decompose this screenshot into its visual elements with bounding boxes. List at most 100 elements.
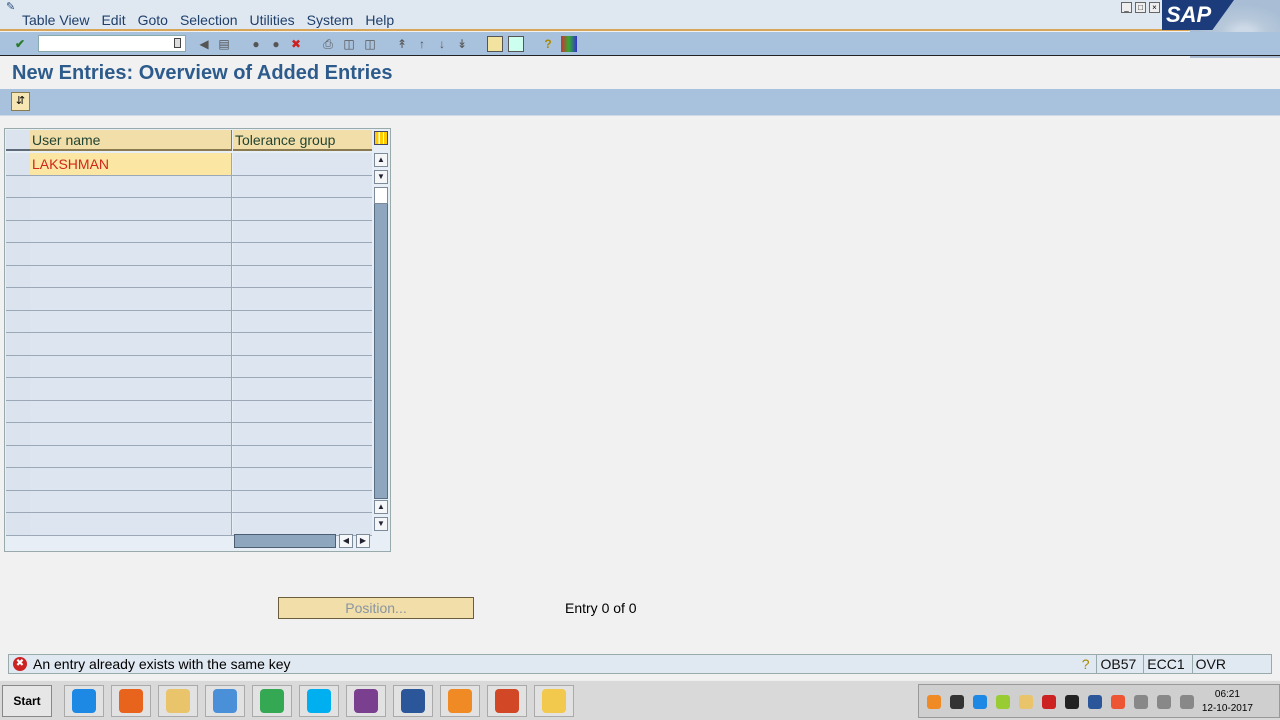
tray-icon[interactable] [1180,695,1194,709]
row-selector[interactable] [6,490,30,513]
user-name-cell[interactable] [30,490,232,512]
tolerance-group-cell[interactable] [233,490,372,512]
taskbar-app-media-player[interactable] [205,685,245,717]
tray-icon[interactable] [1065,695,1079,709]
tray-icon[interactable] [950,695,964,709]
vertical-scrollbar[interactable]: ▲ ▼ ▲ ▼ [374,151,388,531]
close-icon[interactable]: × [1149,2,1160,13]
restore-icon[interactable]: □ [1135,2,1146,13]
system-menu-icon[interactable]: ✎ [6,0,20,13]
user-name-cell[interactable] [30,310,232,332]
row-selector[interactable] [6,265,30,288]
previous-page-icon[interactable]: ↑ [414,36,430,52]
user-name-cell[interactable] [30,288,232,310]
tolerance-group-cell[interactable] [233,400,372,422]
help-icon[interactable]: ? [540,36,556,52]
taskbar-app-powerpoint[interactable] [487,685,527,717]
user-name-cell[interactable] [30,175,232,197]
row-selector[interactable] [6,513,30,536]
tolerance-group-cell[interactable] [233,378,372,400]
row-selector[interactable] [6,220,30,243]
first-page-icon[interactable]: ↟ [394,36,410,52]
tray-icon[interactable] [927,695,941,709]
minimize-icon[interactable]: _ [1121,2,1132,13]
menu-system[interactable]: System [307,12,354,28]
user-name-cell[interactable] [30,423,232,445]
row-selector[interactable] [6,468,30,491]
row-selector[interactable] [6,355,30,378]
scroll-up-button[interactable]: ▲ [374,153,388,167]
tray-icon[interactable] [973,695,987,709]
scrollbar-thumb[interactable] [374,187,388,204]
user-name-cell[interactable] [30,265,232,287]
status-info-icon[interactable]: ? [1079,655,1093,673]
row-selector[interactable] [6,288,30,311]
user-name-cell[interactable] [30,513,232,535]
tolerance-group-cell[interactable] [233,310,372,332]
find-icon[interactable]: ◫ [341,36,357,52]
row-selector[interactable] [6,423,30,446]
back-arrow-icon[interactable]: ◀ [196,36,212,52]
menu-selection[interactable]: Selection [180,12,238,28]
taskbar-app-skype[interactable] [299,685,339,717]
find-next-icon[interactable]: ◫ [362,36,378,52]
taskbar-app-word[interactable] [393,685,433,717]
menu-help[interactable]: Help [365,12,394,28]
tray-icon[interactable] [1111,695,1125,709]
tray-icon[interactable] [1042,695,1056,709]
row-selector[interactable] [6,175,30,198]
table-settings-icon[interactable] [374,131,388,145]
scroll-left-button[interactable]: ◀ [339,534,353,548]
position-button[interactable]: Position... [278,597,474,619]
user-name-cell[interactable] [30,198,232,220]
user-name-cell[interactable] [30,355,232,377]
tray-icon[interactable] [1019,695,1033,709]
taskbar-app-sap-logon[interactable] [534,685,574,717]
next-page-icon[interactable]: ↓ [434,36,450,52]
menu-table-view[interactable]: Table View [22,12,89,28]
taskbar-app-winrar[interactable] [346,685,386,717]
exit-icon[interactable]: ● [268,36,284,52]
enter-icon[interactable]: ✔ [12,36,28,52]
user-name-cell[interactable] [30,400,232,422]
tolerance-group-cell[interactable] [233,513,372,535]
clock[interactable]: 06:21 12-10-2017 [1202,688,1253,716]
row-selector[interactable] [6,333,30,356]
horizontal-scrollbar[interactable] [234,534,336,548]
user-name-cell[interactable] [30,468,232,490]
customize-layout-icon[interactable] [561,36,577,52]
row-selector[interactable] [6,445,30,468]
select-all-cell[interactable] [6,130,30,151]
row-selector[interactable] [6,198,30,221]
scroll-right-button[interactable]: ▶ [356,534,370,548]
taskbar-app-chrome[interactable] [252,685,292,717]
command-history-icon[interactable] [174,38,181,48]
tolerance-group-cell[interactable] [233,175,372,197]
row-selector[interactable] [6,153,30,176]
tolerance-group-cell[interactable] [233,265,372,287]
row-selector[interactable] [6,378,30,401]
command-field[interactable] [38,35,186,52]
tolerance-group-cell[interactable] [233,198,372,220]
scrollbar-track[interactable] [374,187,388,499]
user-name-cell[interactable] [30,243,232,265]
tray-icon[interactable] [1134,695,1148,709]
display-change-icon[interactable]: ⇵ [11,92,30,111]
tolerance-group-cell[interactable] [233,468,372,490]
user-name-cell[interactable] [30,378,232,400]
status-message[interactable]: An entry already exists with the same ke… [33,655,291,673]
insert-mode[interactable]: OVR [1191,655,1229,673]
tolerance-group-cell[interactable] [233,220,372,242]
tolerance-group-cell[interactable] [233,423,372,445]
shortcut-icon[interactable] [508,36,524,52]
row-selector[interactable] [6,310,30,333]
last-page-icon[interactable]: ↡ [454,36,470,52]
tolerance-group-cell[interactable] [233,288,372,310]
tray-icon[interactable] [1088,695,1102,709]
tolerance-group-cell[interactable] [233,333,372,355]
page-down-button[interactable]: ▼ [374,517,388,531]
row-selector[interactable] [6,243,30,266]
cancel-icon[interactable]: ✖ [288,36,304,52]
tolerance-group-cell[interactable] [233,445,372,467]
start-button[interactable]: Start [2,685,52,717]
